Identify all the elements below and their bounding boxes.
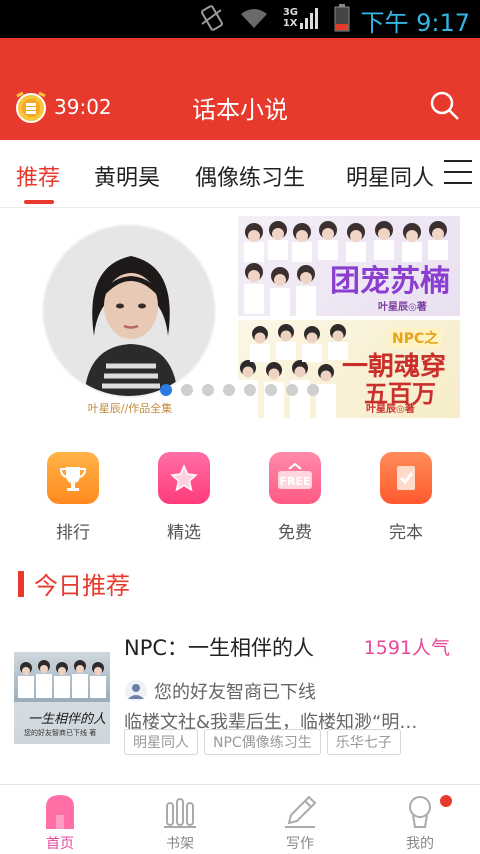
signal-icon (300, 8, 318, 29)
trophy-icon (47, 452, 99, 504)
nav-bookshelf[interactable]: 书架 (140, 791, 220, 853)
free-label: 免费 (278, 523, 312, 543)
status-time: 下午 9:17 (360, 9, 470, 37)
completed-label: 完本 (389, 523, 423, 543)
banner-cover-1[interactable]: 团宠苏楠 叶星辰◎著 (238, 216, 460, 316)
nav-write-label: 写作 (286, 836, 314, 852)
network-type-label: 3G 1X (282, 7, 298, 29)
carousel-dots (160, 384, 319, 396)
app-title: 话本小说 (192, 96, 288, 124)
nav-home[interactable]: 首页 (20, 791, 100, 853)
book-cover-subtitle: 您的好友智商已下线 著 (24, 729, 97, 737)
bookshelf-icon (160, 791, 200, 829)
book-tag[interactable]: 乐华七子 (326, 729, 401, 755)
book-cover[interactable]: 一生相伴的人 您的好友智商已下线 著 (14, 652, 110, 744)
book-author-row[interactable]: 您的好友智商已下线 (124, 678, 316, 704)
nav-profile-label: 我的 (406, 836, 434, 852)
book-tag[interactable]: 明星同人 (124, 729, 198, 755)
app-header: 39:02 话本小说 (0, 38, 480, 140)
book-list-item[interactable]: 一生相伴的人 您的好友智商已下线 著 NPC：一生相伴的人 1591人气 您的好… (0, 628, 480, 768)
book-popularity: 1591人气 (363, 637, 450, 659)
tab-recommend[interactable]: 推荐 (16, 160, 60, 192)
ranking-label: 排行 (56, 523, 90, 543)
carousel-dot[interactable] (202, 384, 214, 396)
carousel-dot[interactable] (265, 384, 277, 396)
carousel-dot[interactable] (244, 384, 256, 396)
nav-home-label: 首页 (46, 836, 74, 852)
section-header: 今日推荐 (18, 566, 130, 601)
nav-profile[interactable]: 我的 (380, 791, 460, 853)
section-accent-bar (18, 570, 24, 597)
active-tab-indicator (24, 200, 54, 204)
pen-icon (280, 791, 320, 829)
completed-entry[interactable]: 完本 (366, 452, 446, 543)
banner-cover-2[interactable]: NPC之 一朝魂穿 五百万 叶星辰◎著 (238, 320, 460, 418)
quick-entries: 排行 精选 FREE 免费 完本 (0, 440, 480, 550)
cover-1-title: 团宠苏楠 (330, 264, 450, 299)
carousel-dot[interactable] (223, 384, 235, 396)
vibrate-icon (200, 5, 223, 31)
cover-2-author: 叶星辰◎著 (366, 404, 415, 415)
book-tags: 明星同人 NPC偶像练习生 乐华七子 (124, 729, 401, 755)
section-title: 今日推荐 (34, 572, 130, 600)
battery-icon (334, 4, 350, 32)
author-portrait-image (44, 226, 214, 396)
banner-caption: 叶星辰//作品全集 (87, 402, 173, 415)
cover-2-tag: NPC之 (388, 328, 443, 348)
category-tabs: 推荐 黄明昊 偶像练习生 明星同人 (0, 140, 480, 208)
author-avatar[interactable] (42, 224, 216, 398)
ranking-entry[interactable]: 排行 (33, 452, 113, 543)
tab-huang-minghao[interactable]: 黄明昊 (94, 160, 160, 192)
free-tag-icon: FREE (269, 452, 321, 504)
star-icon (158, 452, 210, 504)
carousel-dot[interactable] (286, 384, 298, 396)
free-entry[interactable]: FREE 免费 (255, 452, 335, 543)
bottom-navigation: 首页 书架 写作 我的 (0, 784, 480, 854)
checklist-icon (380, 452, 432, 504)
notification-badge (440, 795, 452, 807)
book-cover-title: 一生相伴的人 (28, 712, 107, 727)
cover-1-author: 叶星辰◎著 (378, 302, 427, 313)
wifi-icon (240, 9, 267, 28)
featured-label: 精选 (167, 523, 201, 543)
tab-idol-producer[interactable]: 偶像练习生 (195, 160, 305, 192)
carousel-dot[interactable] (307, 384, 319, 396)
book-tag[interactable]: NPC偶像练习生 (204, 729, 321, 755)
book-title[interactable]: NPC：一生相伴的人 (124, 632, 314, 662)
status-bar: 3G 1X 下午 9:17 (0, 0, 480, 38)
profile-icon (400, 791, 440, 829)
author-avatar-icon (125, 680, 147, 702)
home-icon (40, 791, 80, 829)
banner-carousel[interactable]: 叶星辰//作品全集 团宠苏楠 叶星辰◎著 NPC之 一朝魂穿 五百万 叶星辰◎著 (0, 208, 480, 424)
menu-icon[interactable] (444, 160, 472, 186)
featured-entry[interactable]: 精选 (144, 452, 224, 543)
tab-celebrity-fanfic[interactable]: 明星同人 (346, 160, 434, 192)
nav-write[interactable]: 写作 (260, 791, 340, 853)
book-author: 您的好友智商已下线 (154, 682, 316, 703)
carousel-dot[interactable] (181, 384, 193, 396)
nav-bookshelf-label: 书架 (166, 836, 194, 852)
svg-text:FREE: FREE (279, 475, 310, 488)
carousel-dot[interactable] (160, 384, 172, 396)
search-icon[interactable] (430, 91, 460, 121)
status-icons: 3G 1X (199, 4, 350, 32)
